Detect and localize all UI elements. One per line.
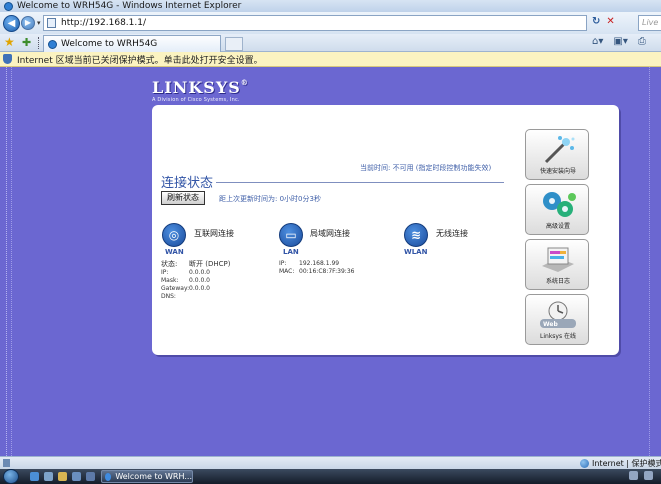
wifi-icon: ≋ <box>404 223 428 247</box>
advanced-settings-button[interactable]: 高级设置 <box>525 184 589 235</box>
lan-port-icon: ▭ <box>279 223 303 247</box>
page-status-icon <box>3 459 10 467</box>
quicklaunch-media-icon[interactable] <box>72 472 81 481</box>
lan-ip-value: 192.168.1.99 <box>299 260 340 267</box>
wan-tag: WAN <box>165 248 184 256</box>
linksys-online-label: Linksys 在线 <box>540 333 576 340</box>
wan-label: 互联网连接 <box>194 229 234 238</box>
url-input[interactable]: http://192.168.1.1/ <box>43 15 587 31</box>
shield-icon <box>3 54 12 64</box>
logo-tagline: A Division of Cisco Systems, Inc. <box>152 97 240 103</box>
home-icon[interactable]: ⌂▾ <box>592 36 603 47</box>
system-tray <box>629 471 653 480</box>
wan-status-value: 断开 (DHCP) <box>189 260 231 268</box>
lan-details: IP: 192.168.1.99 MAC: 00:16:C8:7F:39:36 <box>279 260 354 276</box>
address-tools: ↻ ✕ <box>592 16 615 27</box>
frame-border-right <box>649 67 651 456</box>
quick-setup-wizard-button[interactable]: 快速安装向导 <box>525 129 589 180</box>
wlan-label: 无线连接 <box>436 229 468 238</box>
last-refresh-text: 距上次更新时间为: 0小时0分3秒 <box>219 195 321 203</box>
back-button[interactable]: ◀ <box>3 14 20 32</box>
security-zone[interactable]: Internet | 保护模式: <box>580 458 661 469</box>
network-tray-icon[interactable] <box>629 471 638 480</box>
tab-welcome[interactable]: Welcome to WRH54G <box>43 35 221 52</box>
wand-icon <box>544 136 575 164</box>
logo-wordmark: LINKSYS <box>152 78 241 97</box>
taskbar-window-label: Welcome to WRH... <box>115 472 192 481</box>
wan-gateway-key: Gateway: <box>161 285 190 292</box>
quicklaunch-desktop-icon[interactable] <box>44 472 53 481</box>
feeds-icon[interactable]: ▣▾ <box>613 36 627 47</box>
print-icon[interactable]: ⎙ <box>638 36 646 47</box>
advanced-settings-label: 高级设置 <box>545 223 570 230</box>
quick-setup-label: 快速安装向导 <box>539 168 576 175</box>
ie-icon <box>48 39 57 49</box>
lan-label: 局域网连接 <box>310 229 350 238</box>
security-zone-text: Internet | 保护模式: <box>592 459 661 468</box>
search-input[interactable]: Live Se <box>638 15 661 31</box>
information-bar[interactable]: Internet 区域当前已关闭保护模式。单击此处打开安全设置。 <box>0 52 661 67</box>
window-title-bar: Welcome to WRH54G - Windows Internet Exp… <box>0 0 661 12</box>
new-tab-button[interactable] <box>225 37 243 51</box>
lan-mac-key: MAC: <box>279 268 295 275</box>
globe-icon <box>580 459 589 468</box>
frame-border-left <box>6 67 8 456</box>
wan-status-key: 状态: <box>161 260 178 268</box>
volume-tray-icon[interactable] <box>644 471 653 480</box>
quicklaunch-ie-icon[interactable] <box>30 472 39 481</box>
system-log-label: 系统日志 <box>545 278 570 285</box>
frame-border-left-inner <box>11 67 13 456</box>
tab-bar: ★ ✚ Welcome to WRH54G ⌂▾ ▣▾ ⎙ <box>0 34 661 52</box>
address-bar: ◀ ▶ ▾ http://192.168.1.1/ ↻ ✕ Live Se <box>0 12 661 34</box>
url-text: http://192.168.1.1/ <box>61 18 146 28</box>
current-time-text: 当前时间: 不可用 (指定时段控制功能失效) <box>360 164 492 172</box>
svg-text:Web: Web <box>543 321 558 328</box>
gears-icon <box>543 192 576 217</box>
quicklaunch-explorer-icon[interactable] <box>58 472 67 481</box>
linksys-logo: LINKSYS® A Division of Cisco Systems, In… <box>152 78 249 103</box>
wan-details: 状态: 断开 (DHCP) IP: 0.0.0.0 Mask: 0.0.0.0 Gat… <box>161 260 230 301</box>
wan-ip-value: 0.0.0.0 <box>189 269 210 276</box>
logo-registered-mark: ® <box>240 78 249 87</box>
refresh-icon[interactable]: ↻ <box>592 16 600 27</box>
wlan-tag: WLAN <box>404 248 428 256</box>
taskbar: Welcome to WRH... <box>0 469 661 484</box>
info-bar-message: Internet 区域当前已关闭保护模式。单击此处打开安全设置。 <box>17 55 263 66</box>
system-log-button[interactable]: 系统日志 <box>525 239 589 290</box>
add-favorite-icon[interactable]: ✚ <box>22 36 31 49</box>
start-button[interactable] <box>3 469 19 484</box>
globe-icon: ◎ <box>162 223 186 247</box>
wan-ip-key: IP: <box>161 269 169 276</box>
stop-icon[interactable]: ✕ <box>606 16 614 27</box>
wan-mask-key: Mask: <box>161 277 179 284</box>
ie-icon <box>4 1 13 11</box>
lan-mac-value: 00:16:C8:7F:39:36 <box>299 268 355 275</box>
page-content: LINKSYS® A Division of Cisco Systems, In… <box>0 67 661 456</box>
quicklaunch-switch-icon[interactable] <box>86 472 95 481</box>
wan-dns-key: DNS: <box>161 293 176 300</box>
status-bar: Internet | 保护模式: <box>0 456 661 469</box>
web-icon: Web <box>540 301 576 328</box>
lan-tag: LAN <box>283 248 299 256</box>
quick-tabs-icon[interactable] <box>38 37 41 49</box>
wan-gateway-value: 0.0.0.0 <box>189 285 210 292</box>
command-bar: ⌂▾ ▣▾ ⎙ <box>592 36 646 47</box>
status-panel: 当前时间: 不可用 (指定时段控制功能失效) 连接状态 刷新状态 距上次更新时间… <box>152 105 619 355</box>
favorites-star-icon[interactable]: ★ <box>4 36 15 49</box>
page-title: 连接状态 <box>161 176 214 191</box>
linksys-online-button[interactable]: Web Linksys 在线 <box>525 294 589 345</box>
refresh-status-button[interactable]: 刷新状态 <box>161 191 205 205</box>
taskbar-window-button[interactable]: Welcome to WRH... <box>101 470 193 483</box>
page-icon <box>47 18 56 28</box>
window-title: Welcome to WRH54G - Windows Internet Exp… <box>17 1 242 11</box>
lan-ip-key: IP: <box>279 260 287 267</box>
forward-button[interactable]: ▶ <box>21 16 35 30</box>
title-divider <box>216 182 504 183</box>
tab-label: Welcome to WRH54G <box>61 39 158 49</box>
wan-mask-value: 0.0.0.0 <box>189 277 210 284</box>
ie-icon <box>105 472 112 481</box>
log-icon <box>542 247 574 272</box>
